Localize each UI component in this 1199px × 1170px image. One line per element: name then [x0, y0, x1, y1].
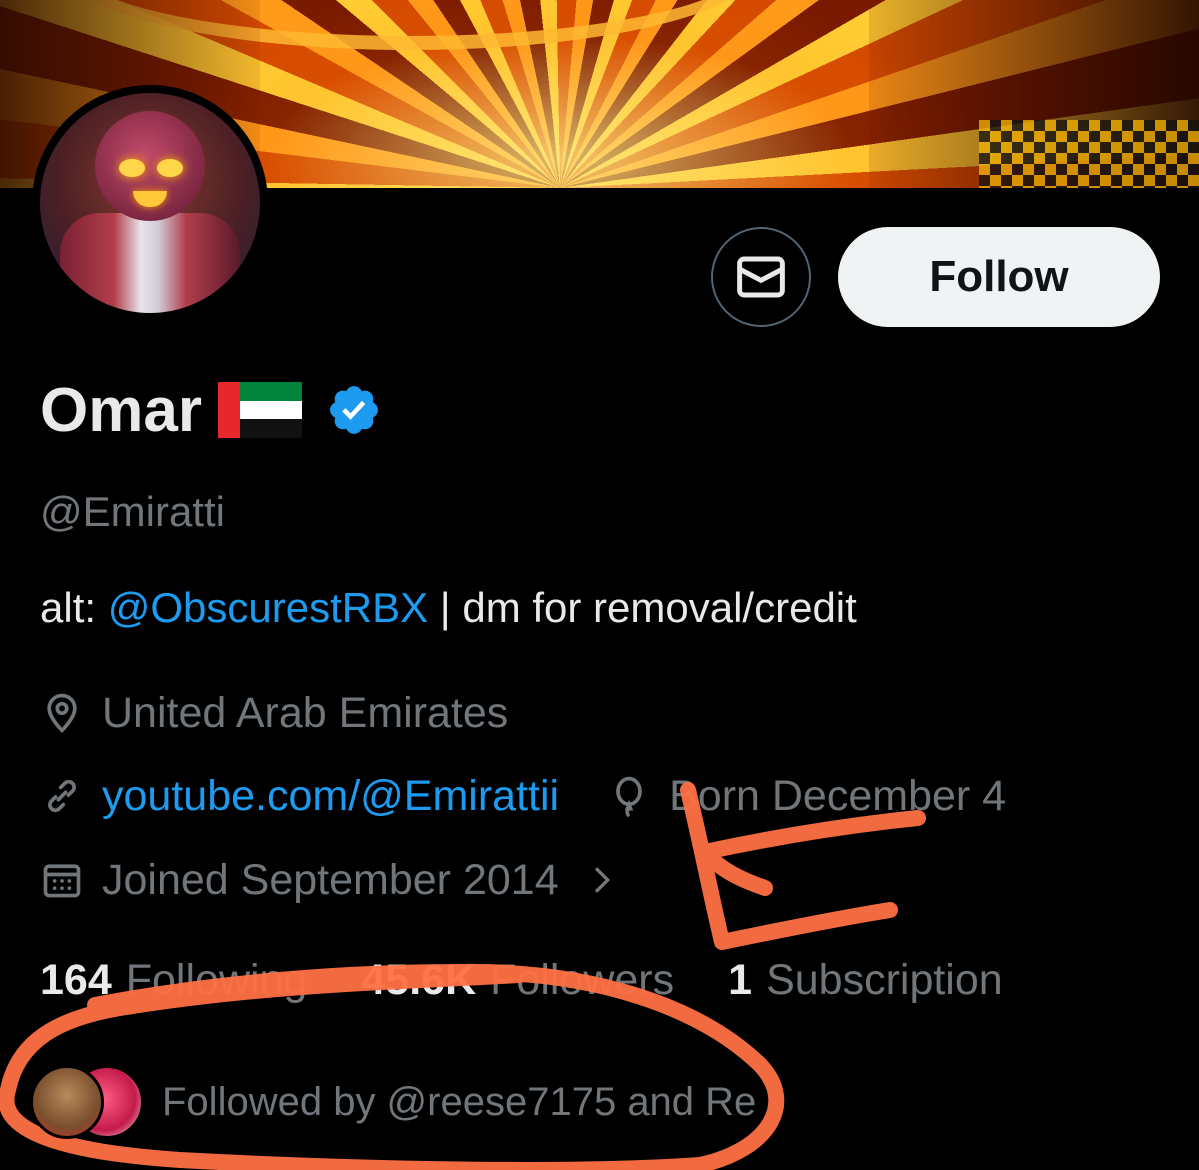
profile-stats: 164 Following 45.6K Followers 1 Subscrip… — [40, 952, 1057, 1008]
followed-by-text: Followed by @reese7175 and Re — [162, 1079, 757, 1124]
bio-suffix: | dm for removal/credit — [428, 584, 857, 631]
bio-prefix: alt: — [40, 584, 108, 631]
subscriptions-label: Subscription — [766, 955, 1003, 1004]
banner-checker-pattern — [979, 120, 1199, 188]
following-count: 164 — [40, 955, 112, 1004]
location-text: United Arab Emirates — [102, 688, 509, 737]
followed-by-row[interactable]: Followed by @reese7175 and Re — [30, 1062, 756, 1142]
joined-text: Joined September 2014 — [102, 855, 559, 904]
avatar-eye-right — [157, 159, 183, 177]
envelope-icon — [737, 256, 785, 298]
avatar-mouth — [133, 191, 167, 207]
chevron-right-icon[interactable] — [581, 858, 621, 902]
calendar-icon — [43, 864, 81, 898]
followers-stat[interactable]: 45.6K Followers — [361, 956, 674, 1005]
following-label: Following — [125, 955, 308, 1004]
followers-label: Followers — [490, 955, 675, 1004]
following-stat[interactable]: 164 Following — [40, 956, 307, 1005]
avatar-body — [60, 213, 240, 313]
profile-name-row: Omar — [40, 372, 382, 448]
balloon-icon — [616, 776, 642, 818]
avatar-pumpkin-head — [95, 111, 205, 221]
link-icon — [48, 779, 76, 813]
profile-avatar[interactable] — [32, 85, 268, 321]
verified-badge-icon[interactable] — [326, 382, 382, 438]
birthday-text: Born December 4 — [669, 771, 1007, 820]
subscriptions-count: 1 — [728, 955, 753, 1004]
follow-button[interactable]: Follow — [838, 227, 1160, 327]
website-birthday-row: youtube.com/@Emirattii Born December 4 — [40, 768, 1006, 824]
profile-handle: @Emiratti — [40, 488, 225, 535]
subscriptions-stat[interactable]: 1 Subscription — [728, 956, 1003, 1005]
location-pin-icon — [47, 693, 77, 733]
follower-avatar — [30, 1065, 104, 1139]
message-button[interactable] — [711, 227, 811, 327]
uae-flag-icon — [217, 382, 302, 439]
location-row: United Arab Emirates — [40, 685, 508, 741]
bio-mention-link[interactable]: @ObscurestRBX — [108, 584, 428, 631]
website-link[interactable]: youtube.com/@Emirattii — [102, 772, 559, 821]
avatar-eye-left — [119, 159, 145, 177]
profile-bio: alt: @ObscurestRBX | dm for removal/cred… — [40, 584, 857, 632]
avatar-image — [40, 93, 260, 313]
profile-name: Omar — [40, 375, 202, 445]
joined-row[interactable]: Joined September 2014 — [40, 852, 621, 908]
followers-count: 45.6K — [361, 955, 477, 1004]
